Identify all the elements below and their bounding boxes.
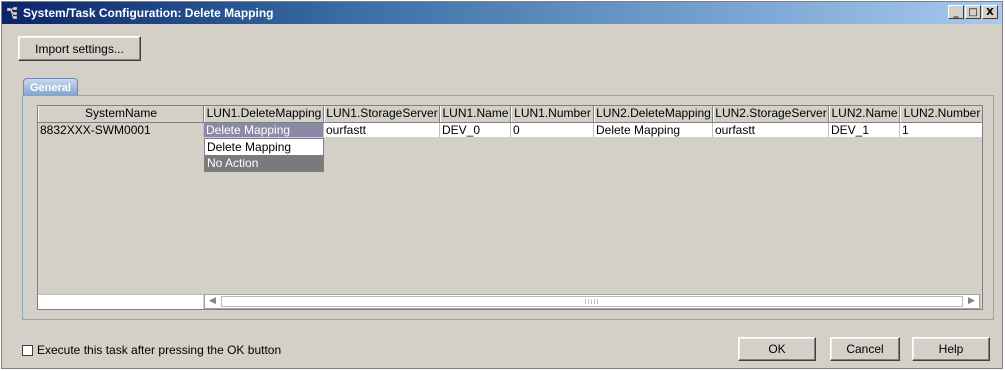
system-task-icon — [5, 5, 21, 21]
cancel-button[interactable]: Cancel — [830, 337, 900, 361]
column-header-lun1-number[interactable]: LUN1.Number — [511, 106, 594, 122]
minimize-button[interactable]: _ — [948, 5, 964, 19]
cell-lun2-deletemapping[interactable]: Delete Mapping — [594, 123, 713, 137]
cell-lun1-number[interactable]: 0 — [511, 123, 594, 137]
column-header-lun2-name[interactable]: LUN2.Name — [829, 106, 900, 122]
cell-lun1-deletemapping[interactable]: Delete Mapping — [204, 123, 324, 137]
title-bar[interactable]: System/Task Configuration: Delete Mappin… — [2, 2, 1002, 24]
execute-task-label: Execute this task after pressing the OK … — [37, 343, 282, 357]
column-header-lun2-number[interactable]: LUN2.Number — [900, 106, 982, 122]
column-header-systemname[interactable]: SystemName — [38, 106, 204, 122]
column-header-lun1-deletemapping[interactable]: LUN1.DeleteMapping — [204, 106, 324, 122]
ok-label: OK — [768, 342, 786, 356]
window-title: System/Task Configuration: Delete Mappin… — [23, 6, 274, 20]
import-settings-button[interactable]: Import settings... — [18, 36, 141, 61]
window-controls: _ □ X — [948, 5, 998, 19]
close-button[interactable]: X — [982, 5, 998, 19]
scrollbar-grip-icon — [585, 299, 599, 304]
dropdown-option-delete-mapping[interactable]: Delete Mapping — [205, 139, 323, 155]
cell-lun2-number[interactable]: 1 — [900, 123, 982, 137]
scrollbar-thumb[interactable] — [221, 296, 963, 307]
task-configuration-window: System/Task Configuration: Delete Mappin… — [1, 1, 1003, 369]
column-header-lun1-name[interactable]: LUN1.Name — [440, 106, 511, 122]
table-row[interactable]: 8832XXX-SWM0001 Delete Mapping ourfastt … — [38, 123, 982, 137]
cell-lun2-storageserver[interactable]: ourfastt — [713, 123, 829, 137]
table-header: SystemName LUN1.DeleteMapping LUN1.Stora… — [38, 106, 982, 123]
horizontal-scrollbar[interactable]: ◀ ▶ — [204, 294, 980, 309]
cell-lun1-storageserver[interactable]: ourfastt — [324, 123, 440, 137]
cell-lun2-name[interactable]: DEV_1 — [829, 123, 900, 137]
column-header-lun1-storageserver[interactable]: LUN1.StorageServer — [324, 106, 440, 122]
maximize-button[interactable]: □ — [965, 5, 981, 19]
scroll-left-arrow-icon[interactable]: ◀ — [206, 296, 219, 307]
scroll-right-arrow-icon[interactable]: ▶ — [965, 296, 978, 307]
help-label: Help — [938, 342, 964, 356]
import-settings-label: Import settings... — [35, 41, 124, 56]
help-button[interactable]: Help — [912, 337, 990, 361]
ok-button[interactable]: OK — [738, 337, 816, 361]
column-header-lun2-deletemapping[interactable]: LUN2.DeleteMapping — [594, 106, 713, 122]
general-tab-panel: SystemName LUN1.DeleteMapping LUN1.Stora… — [22, 95, 994, 320]
scroll-corner — [38, 294, 203, 309]
mapping-table: SystemName LUN1.DeleteMapping LUN1.Stora… — [37, 105, 983, 310]
cancel-label: Cancel — [846, 342, 884, 356]
column-header-lun2-storageserver[interactable]: LUN2.StorageServer — [713, 106, 829, 122]
dropdown-option-no-action[interactable]: No Action — [205, 155, 323, 171]
execute-task-checkbox[interactable] — [22, 344, 33, 356]
cell-systemname[interactable]: 8832XXX-SWM0001 — [38, 123, 204, 137]
execute-task-option[interactable]: Execute this task after pressing the OK … — [22, 343, 281, 357]
delete-mapping-dropdown-list: Delete Mapping No Action — [204, 138, 324, 172]
cell-lun1-name[interactable]: DEV_0 — [440, 123, 511, 137]
